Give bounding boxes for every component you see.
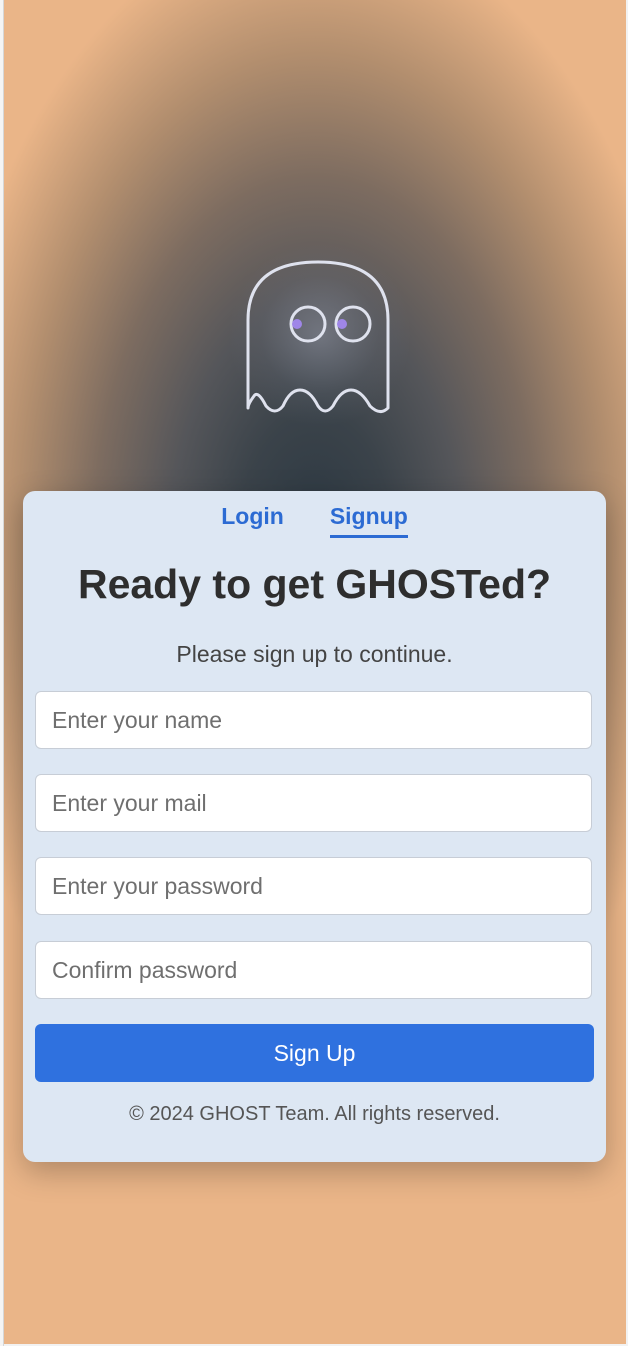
name-field[interactable]	[35, 691, 592, 749]
page-subtitle: Please sign up to continue.	[176, 641, 453, 667]
page-background: Login Signup Ready to get GHOSTed? Pleas…	[4, 0, 626, 1344]
signup-button[interactable]: Sign Up	[35, 1024, 594, 1082]
password-field[interactable]	[35, 857, 592, 915]
auth-tabs: Login Signup	[23, 501, 606, 538]
tab-login[interactable]: Login	[221, 501, 284, 538]
ghost-logo	[220, 240, 416, 440]
confirm-password-field[interactable]	[35, 941, 592, 999]
ghost-icon	[246, 260, 390, 413]
email-field[interactable]	[35, 774, 592, 832]
page-title: Ready to get GHOSTed?	[77, 561, 552, 607]
tab-signup[interactable]: Signup	[329, 501, 408, 538]
signup-card: Login Signup Ready to get GHOSTed? Pleas…	[23, 491, 606, 1162]
footer-copyright: © 2024 GHOST Team. All rights reserved.	[129, 1103, 500, 1125]
